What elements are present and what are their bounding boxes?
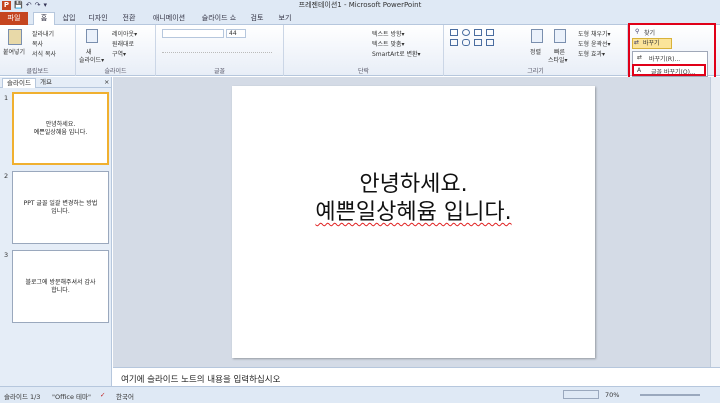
- arrange-icon[interactable]: [531, 29, 543, 43]
- slide-panel: 슬라이드 개요 × 1 안녕하세요. 예쁜일상혜윰 입니다. 2 PPT 글꼴 …: [0, 77, 112, 386]
- slide-editor: 안녕하세요. 예쁜일상혜윰 입니다.: [113, 77, 710, 367]
- rectangle-shape-icon[interactable]: [450, 29, 458, 36]
- slide-title-line1: 안녕하세요.: [359, 172, 468, 197]
- section-button[interactable]: 구역▾: [112, 49, 126, 58]
- paste-icon[interactable]: [8, 29, 22, 45]
- slide-number: 3: [4, 251, 9, 259]
- slide-title[interactable]: 안녕하세요. 예쁜일상혜윰 입니다.: [232, 171, 595, 227]
- title-bar: P 💾 ↶ ↷ ▾ 프레젠테이션1 - Microsoft PowerPoint: [0, 0, 720, 11]
- shape-fill-button[interactable]: 도형 채우기▾: [578, 29, 611, 38]
- tab-review[interactable]: 검토: [246, 13, 268, 25]
- new-slide-dropdown[interactable]: 슬라이드▾: [79, 55, 104, 64]
- text-direction-button[interactable]: 텍스트 방향▾: [372, 29, 405, 38]
- view-buttons[interactable]: [563, 390, 599, 399]
- copy-button[interactable]: 복사: [32, 39, 43, 48]
- shape-effects-button[interactable]: 도형 효과▾: [578, 49, 605, 58]
- status-bar: 슬라이드 1/3 "Office 테마" ✓ 한국어 70%: [0, 386, 720, 403]
- spellcheck-icon[interactable]: ✓: [100, 391, 105, 399]
- drawing-label: 그리기: [527, 68, 544, 75]
- reset-button[interactable]: 원래대로: [112, 39, 134, 48]
- tab-outline[interactable]: 개요: [36, 78, 56, 88]
- clipboard-label: 클립보드: [26, 68, 49, 75]
- quick-styles-dropdown[interactable]: 스타일▾: [548, 55, 568, 64]
- paragraph-group: 텍스트 방향▾ 텍스트 맞춤▾ SmartArt로 변환▾ 단락: [284, 25, 444, 76]
- clipboard-group: 붙여넣기 잘라내기 복사 서식 복사 클립보드: [0, 25, 76, 76]
- thumb-line: 블로그에 방문해주셔서 감사: [25, 278, 96, 286]
- slide-title-line2: 예쁜일상혜윰 입니다.: [315, 200, 512, 225]
- paragraph-label: 단락: [357, 68, 370, 75]
- tab-design[interactable]: 디자인: [84, 13, 112, 25]
- font-group: 44 글꼴: [156, 25, 284, 76]
- thumb-line: 입니다.: [51, 207, 70, 215]
- font-format-row[interactable]: [162, 45, 272, 53]
- window-title: 프레젠테이션1 - Microsoft PowerPoint: [298, 1, 422, 9]
- vertical-scrollbar[interactable]: [710, 77, 720, 367]
- language[interactable]: 한국어: [116, 391, 134, 401]
- slide-thumbnail-1[interactable]: 안녕하세요. 예쁜일상혜윰 입니다.: [12, 92, 109, 165]
- thumb-line: 합니다.: [51, 286, 70, 294]
- format-painter-button[interactable]: 서식 복사: [32, 49, 56, 58]
- slide-counter: 슬라이드 1/3: [4, 393, 41, 401]
- drawing-group: 정렬 빠른 스타일▾ 도형 채우기▾ 도형 윤곽선▾ 도형 효과▾ 그리기: [444, 25, 628, 76]
- zoom-slider[interactable]: [640, 394, 700, 396]
- theme-name: "Office 테마": [52, 393, 91, 401]
- tab-animations[interactable]: 애니메이션: [148, 13, 190, 25]
- slide-thumbnail-3[interactable]: 블로그에 방문해주셔서 감사 합니다.: [12, 250, 109, 323]
- slides-label: 슬라이드: [104, 68, 127, 75]
- thumb-line: PPT 글꼴 일괄 변경하는 방법: [23, 199, 98, 207]
- arrange-button[interactable]: 정렬: [530, 47, 541, 56]
- slides-group: 새 슬라이드▾ 레이아웃▾ 원래대로 구역▾ 슬라이드: [76, 25, 156, 76]
- tab-transitions[interactable]: 전환: [118, 13, 140, 25]
- quick-styles-icon[interactable]: [554, 29, 566, 43]
- ribbon-tab-bar: 파일 홈 삽입 디자인 전환 애니메이션 슬라이드 쇼 검토 보기: [0, 11, 720, 26]
- tab-insert[interactable]: 삽입: [58, 13, 80, 25]
- font-label: 글꼴: [213, 68, 226, 75]
- text-align-button[interactable]: 텍스트 맞춤▾: [372, 39, 405, 48]
- notes-placeholder: 여기에 슬라이드 노트의 내용을 입력하십시오: [121, 375, 281, 385]
- font-name-box[interactable]: [162, 29, 224, 38]
- shape-outline-button[interactable]: 도형 윤곽선▾: [578, 39, 611, 48]
- ribbon: 붙여넣기 잘라내기 복사 서식 복사 클립보드 새 슬라이드▾ 레이아웃▾ 원래…: [0, 25, 720, 76]
- cut-button[interactable]: 잘라내기: [32, 29, 54, 38]
- notes-pane[interactable]: 여기에 슬라이드 노트의 내용을 입력하십시오: [113, 367, 720, 386]
- slide-thumbnail-2[interactable]: PPT 글꼴 일괄 변경하는 방법 입니다.: [12, 171, 109, 244]
- layout-button[interactable]: 레이아웃▾: [112, 29, 137, 38]
- tab-view[interactable]: 보기: [274, 13, 296, 25]
- paste-button[interactable]: 붙여넣기: [3, 47, 25, 56]
- new-slide-icon[interactable]: [86, 29, 98, 43]
- tab-slideshow[interactable]: 슬라이드 쇼: [196, 13, 242, 25]
- panel-tabs: 슬라이드 개요 ×: [0, 77, 112, 88]
- tab-home[interactable]: 홈: [33, 12, 55, 26]
- line-shape-icon[interactable]: [474, 29, 482, 36]
- tab-file[interactable]: 파일: [0, 12, 28, 25]
- arrow-shape-icon[interactable]: [486, 29, 494, 36]
- slide-number: 2: [4, 172, 9, 180]
- tab-slides[interactable]: 슬라이드: [2, 78, 36, 88]
- zoom-level[interactable]: 70%: [605, 391, 619, 399]
- highlight-box-replace-font: [632, 64, 706, 76]
- star-shape-icon[interactable]: [486, 39, 494, 46]
- panel-close-icon[interactable]: ×: [100, 78, 113, 88]
- font-size-box[interactable]: 44: [226, 29, 246, 38]
- smartart-button[interactable]: SmartArt로 변환▾: [372, 49, 421, 58]
- slide-number: 1: [4, 94, 9, 102]
- thumb-line: 안녕하세요.: [45, 120, 76, 128]
- thumb-line: 예쁜일상혜윰 입니다.: [33, 128, 88, 136]
- triangle-shape-icon[interactable]: [474, 39, 482, 46]
- oval-shape-icon[interactable]: [462, 29, 470, 36]
- slide-canvas[interactable]: 안녕하세요. 예쁜일상혜윰 입니다.: [232, 86, 595, 358]
- rounded-rect-shape-icon[interactable]: [462, 39, 470, 46]
- textbox-shape-icon[interactable]: [450, 39, 458, 46]
